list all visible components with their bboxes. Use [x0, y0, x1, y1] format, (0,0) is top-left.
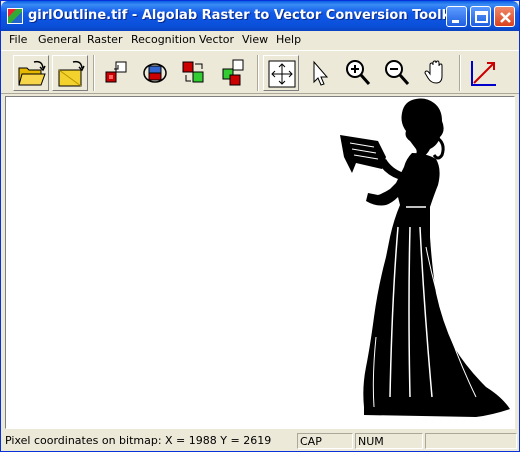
- raster-op-4-button[interactable]: [216, 55, 252, 91]
- raster-op-2-button[interactable]: [137, 55, 173, 91]
- raster-merge-icon: [222, 59, 244, 86]
- raster-swap-icon: [182, 61, 204, 83]
- menu-bar: File General Raster Recognition Vector V…: [1, 31, 519, 50]
- select-pointer-button[interactable]: [302, 55, 338, 91]
- pan-hand-button[interactable]: [418, 55, 454, 91]
- toolbar-separator: [257, 55, 259, 91]
- close-icon: [500, 12, 511, 23]
- save-icon: [58, 60, 85, 87]
- app-icon[interactable]: [7, 8, 23, 24]
- raster-op-3-button[interactable]: [176, 55, 212, 91]
- title-bar[interactable]: girlOutline.tif - Algolab Raster to Vect…: [1, 1, 519, 31]
- menu-vector[interactable]: Vector: [199, 33, 234, 46]
- pointer-icon: [313, 60, 329, 86]
- girl-silhouette-image: [340, 98, 510, 417]
- zoom-in-icon: [346, 60, 371, 85]
- status-num: NUM: [355, 433, 423, 449]
- close-button[interactable]: [494, 6, 515, 27]
- folder-open-icon: [18, 60, 46, 86]
- vectorize-button[interactable]: [466, 55, 502, 91]
- status-coordinates: Pixel coordinates on bitmap: X = 1988 Y …: [5, 434, 272, 447]
- fit-window-icon: [268, 60, 296, 88]
- raster-convert-icon: [143, 63, 167, 83]
- status-bar: Pixel coordinates on bitmap: X = 1988 Y …: [1, 431, 519, 451]
- raster-op-1-button[interactable]: [99, 55, 135, 91]
- menu-help[interactable]: Help: [276, 33, 301, 46]
- menu-raster[interactable]: Raster: [87, 33, 122, 46]
- toolbar: [1, 50, 519, 94]
- vectorize-icon: [471, 61, 496, 86]
- zoom-in-button[interactable]: [340, 55, 376, 91]
- status-cap: CAP: [297, 433, 353, 449]
- open-file-button[interactable]: [13, 55, 49, 91]
- window-title: girlOutline.tif - Algolab Raster to Vect…: [28, 8, 461, 23]
- toolbar-separator: [459, 55, 461, 91]
- raster-transfer-icon: [105, 61, 127, 83]
- menu-file[interactable]: File: [9, 33, 27, 46]
- fit-window-button[interactable]: [263, 55, 299, 91]
- menu-general[interactable]: General: [38, 33, 81, 46]
- status-empty-pane: [425, 433, 517, 449]
- bitmap-canvas[interactable]: [5, 96, 515, 429]
- minimize-button[interactable]: [446, 6, 467, 27]
- maximize-icon: [475, 11, 488, 23]
- save-file-button[interactable]: [52, 55, 88, 91]
- menu-view[interactable]: View: [242, 33, 268, 46]
- maximize-button[interactable]: [470, 6, 491, 27]
- zoom-out-icon: [385, 60, 410, 85]
- toolbar-separator: [93, 55, 95, 91]
- menu-recognition[interactable]: Recognition: [131, 33, 196, 46]
- minimize-icon: [452, 20, 459, 23]
- hand-icon: [424, 60, 443, 84]
- zoom-out-button[interactable]: [379, 55, 415, 91]
- app-window: girlOutline.tif - Algolab Raster to Vect…: [0, 0, 520, 452]
